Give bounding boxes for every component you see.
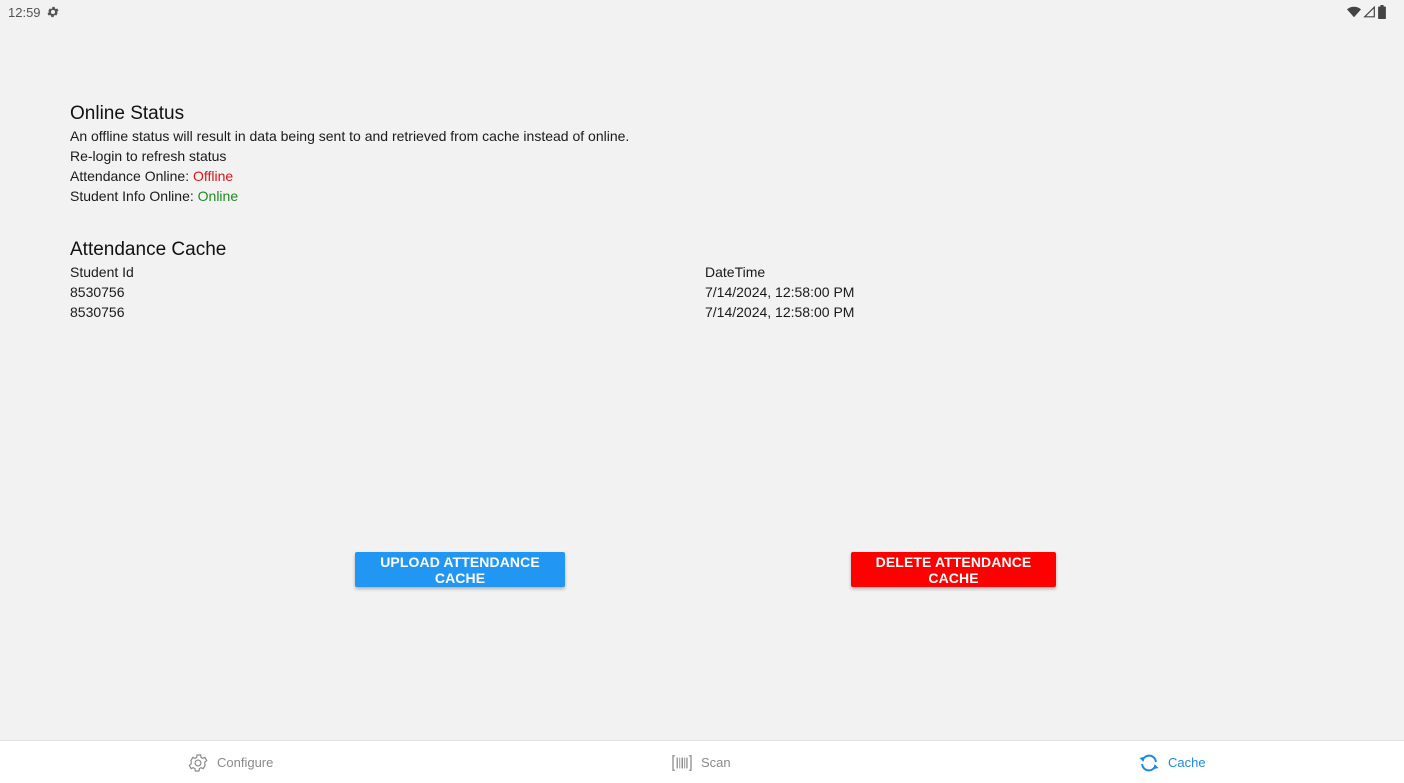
barcode-icon — [671, 754, 693, 772]
gear-icon — [187, 752, 209, 774]
student-info-online-value: Online — [197, 188, 239, 204]
status-bar-right — [1347, 5, 1386, 19]
column-header-student-id: Student Id — [70, 264, 134, 280]
cell-signal-icon — [1363, 6, 1376, 18]
upload-attendance-cache-button[interactable]: UPLOAD ATTENDANCE CACHE — [355, 552, 565, 587]
nav-tab-label: Scan — [701, 755, 731, 770]
relogin-hint: Re-login to refresh status — [70, 148, 227, 164]
nav-tab-cache[interactable]: Cache — [1138, 741, 1206, 783]
attendance-online-label: Attendance Online: — [70, 168, 193, 184]
bottom-navigation-bar: Configure Scan Cache — [0, 740, 1404, 783]
system-status-bar: 12:59 — [0, 0, 1404, 24]
status-time: 12:59 — [8, 4, 41, 20]
student-info-online-label: Student Info Online: — [70, 188, 198, 204]
battery-icon — [1378, 5, 1386, 19]
student-info-online-row: Student Info Online: Online — [70, 186, 1350, 206]
app-screen: 12:59 Online Status An offline status wi… — [0, 0, 1404, 783]
nav-tab-scan[interactable]: Scan — [671, 741, 731, 783]
nav-tab-label: Configure — [217, 755, 274, 770]
delete-attendance-cache-button[interactable]: DELETE ATTENDANCE CACHE — [851, 552, 1056, 587]
cell-student-id: 8530756 — [70, 304, 125, 320]
cell-student-id: 8530756 — [70, 284, 125, 300]
cache-table-header: Student Id DateTime — [70, 262, 1350, 282]
status-bar-left: 12:59 — [8, 5, 60, 20]
attendance-online-value: Offline — [192, 168, 234, 184]
attendance-cache-title: Attendance Cache — [70, 239, 227, 260]
online-status-title: Online Status — [70, 103, 185, 124]
main-content: Online Status An offline status will res… — [70, 102, 1350, 322]
wifi-icon — [1347, 6, 1361, 18]
nav-tab-configure[interactable]: Configure — [187, 741, 273, 783]
attendance-online-row: Attendance Online: Offline — [70, 166, 1350, 186]
table-row: 8530756 7/14/2024, 12:58:00 PM — [70, 282, 1350, 302]
online-status-description: An offline status will result in data be… — [70, 128, 630, 144]
table-row: 8530756 7/14/2024, 12:58:00 PM — [70, 302, 1350, 322]
attendance-cache-section: Attendance Cache Student Id DateTime 853… — [70, 238, 1350, 322]
column-header-datetime: DateTime — [705, 264, 766, 280]
settings-gear-icon — [46, 5, 60, 19]
online-status-section: Online Status An offline status will res… — [70, 102, 1350, 206]
nav-tab-label: Cache — [1168, 755, 1206, 770]
sync-icon — [1138, 753, 1160, 773]
cell-datetime: 7/14/2024, 12:58:00 PM — [705, 284, 855, 300]
cell-datetime: 7/14/2024, 12:58:00 PM — [705, 304, 855, 320]
